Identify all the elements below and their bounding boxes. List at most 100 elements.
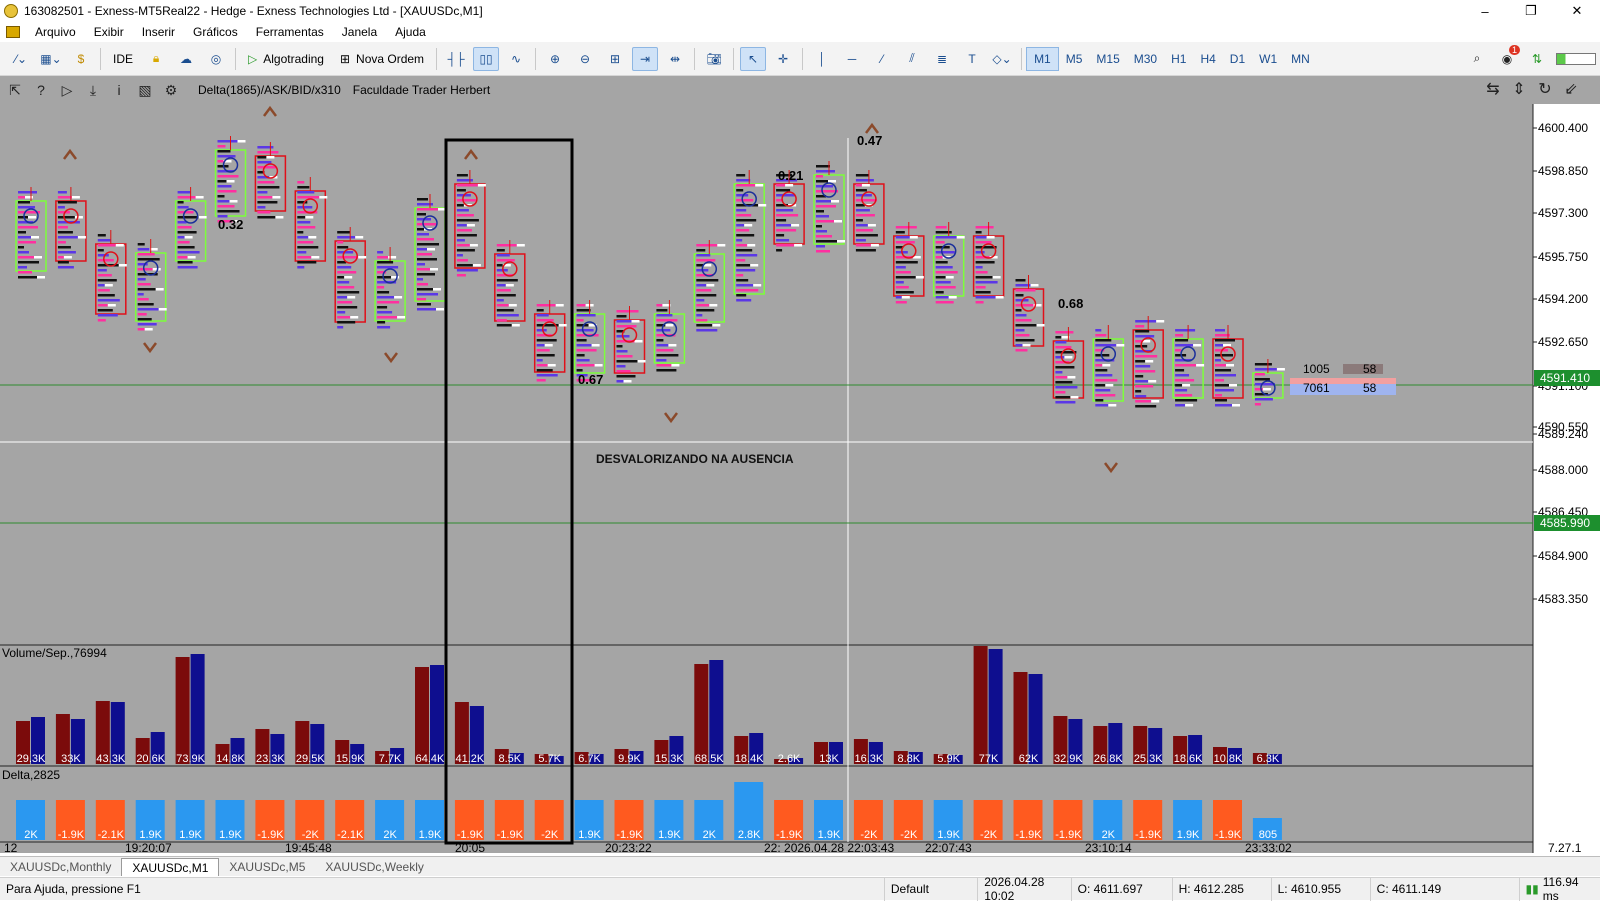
tf-d1[interactable]: D1	[1223, 47, 1252, 71]
footprint-level	[427, 248, 435, 251]
line-icon[interactable]: ∿	[503, 47, 529, 71]
footprint-level	[417, 253, 432, 256]
tf-m15[interactable]: M15	[1089, 47, 1126, 71]
menu-graficos[interactable]: Gráficos	[184, 25, 247, 39]
arrow-select-icon[interactable]: ⇱	[4, 79, 26, 101]
horizontal-arrows-icon[interactable]: ⇆	[1480, 78, 1506, 100]
chart-canvas[interactable]: 29.3K 33K 43.3K 20.6K 73.9K 14.8K 23.3K 29.5K 15…	[0, 76, 1600, 853]
footprint-level	[975, 276, 993, 279]
trendline-icon[interactable]: ⁄	[869, 47, 895, 71]
collapse-arrow-icon[interactable]: ⇙	[1558, 78, 1584, 100]
chart-shift-icon[interactable]: ⇹	[662, 47, 688, 71]
side-box-value: 1005	[1303, 362, 1330, 376]
close-button[interactable]: ✕	[1554, 0, 1600, 22]
connection-icon[interactable]: ⇅	[1524, 47, 1550, 71]
footprint-level	[816, 215, 829, 218]
menu-janela[interactable]: Janela	[333, 25, 386, 39]
footprint-level	[1262, 388, 1271, 391]
tab-weekly[interactable]: XAUUSDc,Weekly	[315, 858, 433, 876]
tf-m1[interactable]: M1	[1026, 46, 1059, 71]
chart-window-icon[interactable]	[6, 26, 20, 38]
candlestick-icon[interactable]: ▯▯	[473, 46, 500, 71]
tab-m1[interactable]: XAUUSDc,M1	[121, 858, 220, 876]
volume-value-label: 20.6K	[136, 753, 165, 765]
settings-gear-icon[interactable]: ⚙	[160, 79, 182, 101]
footprint-level	[177, 216, 199, 219]
line-chart-dropdown-icon[interactable]: ⁄⌄	[8, 47, 34, 71]
chart-templates-icon[interactable]: ▦⌄	[38, 47, 64, 71]
grid-icon[interactable]: ⊞	[602, 47, 628, 71]
menu-exibir[interactable]: Exibir	[85, 25, 133, 39]
menu-inserir[interactable]: Inserir	[133, 25, 184, 39]
footprint-level	[935, 281, 951, 284]
zoom-out-icon[interactable]: ⊖	[572, 47, 598, 71]
footprint-level	[776, 239, 790, 242]
tf-h1[interactable]: H1	[1164, 47, 1193, 71]
footprint-level	[417, 293, 438, 296]
tf-h4[interactable]: H4	[1193, 47, 1222, 71]
zoom-in-icon[interactable]: ⊕	[542, 47, 568, 71]
crosshair-icon[interactable]: ✛	[770, 47, 796, 71]
volume-bar-buy	[430, 665, 444, 764]
footprint-level	[831, 200, 839, 203]
new-order-button[interactable]: ⊞ Nova Ordem	[334, 47, 430, 71]
help-icon[interactable]: ?	[30, 79, 52, 101]
menu-arquivo[interactable]: Arquivo	[26, 25, 85, 39]
ide-button[interactable]: IDE	[107, 47, 139, 71]
chart-image-icon[interactable]: ▧	[134, 79, 156, 101]
footprint-level	[177, 206, 189, 209]
footprint-level	[508, 304, 517, 307]
trading-icon[interactable]: $	[68, 47, 94, 71]
menu-ferramentas[interactable]: Ferramentas	[247, 25, 333, 39]
maximize-button[interactable]: ❐	[1508, 0, 1554, 22]
notifications-icon[interactable]: ◉ 1	[1494, 44, 1520, 71]
footprint-level	[358, 256, 367, 259]
delta-value-label: -1.9K	[1135, 829, 1162, 841]
autoscroll-icon[interactable]: ⇥	[632, 46, 659, 71]
footprint-level	[456, 229, 472, 232]
footprint-level	[576, 359, 590, 362]
refresh-icon[interactable]: ↻	[1532, 78, 1558, 100]
play-indicator-icon[interactable]: ▷	[56, 79, 78, 101]
bar-chart-icon[interactable]: ┤├	[443, 47, 469, 71]
tf-w1[interactable]: W1	[1252, 47, 1284, 71]
tf-m5[interactable]: M5	[1059, 47, 1090, 71]
footprint-level	[696, 299, 705, 302]
minimize-button[interactable]: –	[1462, 0, 1508, 22]
menu-ajuda[interactable]: Ajuda	[386, 25, 435, 39]
text-icon[interactable]: T	[959, 47, 985, 71]
chart-window[interactable]: 29.3K 33K 43.3K 20.6K 73.9K 14.8K 23.3K 29.5K 15…	[0, 76, 1600, 853]
screenshot-icon[interactable]: 📷︎	[701, 47, 727, 71]
delta-value-label: -1.9K	[1055, 829, 1082, 841]
tab-m5[interactable]: XAUUSDc,M5	[219, 858, 315, 876]
footprint-level	[217, 175, 239, 178]
horizontal-line-icon[interactable]: ─	[839, 47, 865, 71]
footprint-level	[637, 360, 646, 363]
signals-icon[interactable]: ◎	[203, 47, 229, 71]
footprint-level	[536, 379, 546, 382]
footprint-level	[1276, 368, 1285, 371]
download-icon[interactable]: ⤓	[82, 79, 104, 101]
fibonacci-icon[interactable]: ≣	[929, 47, 955, 71]
vertical-arrows-icon[interactable]: ⇕	[1506, 78, 1532, 100]
menu-bar: Arquivo Exibir Inserir Gráficos Ferramen…	[0, 22, 1600, 42]
info-icon[interactable]: i	[108, 79, 130, 101]
tab-monthly[interactable]: XAUUSDc,Monthly	[0, 858, 121, 876]
algotrading-button[interactable]: ▷ Algotrading	[242, 47, 330, 71]
footprint-level	[1095, 334, 1107, 337]
vertical-line-icon[interactable]: │	[809, 47, 835, 71]
tf-mn[interactable]: MN	[1284, 47, 1317, 71]
equidistant-channel-icon[interactable]: ⫽	[899, 47, 925, 71]
footprint-level	[696, 254, 711, 257]
footprint-level	[1015, 344, 1023, 347]
lock-icon[interactable]: 🔒︎	[143, 47, 169, 71]
footprint-level	[1135, 395, 1147, 398]
footprint-level	[97, 309, 113, 312]
cursor-icon[interactable]: ↖	[740, 46, 767, 71]
search-icon[interactable]: ⌕	[1464, 47, 1490, 71]
cloud-icon[interactable]: ☁	[173, 47, 199, 71]
tf-m30[interactable]: M30	[1127, 47, 1164, 71]
footprint-level	[337, 236, 356, 239]
footprint-level	[975, 286, 986, 289]
shapes-dropdown-icon[interactable]: ◇⌄	[989, 47, 1015, 71]
